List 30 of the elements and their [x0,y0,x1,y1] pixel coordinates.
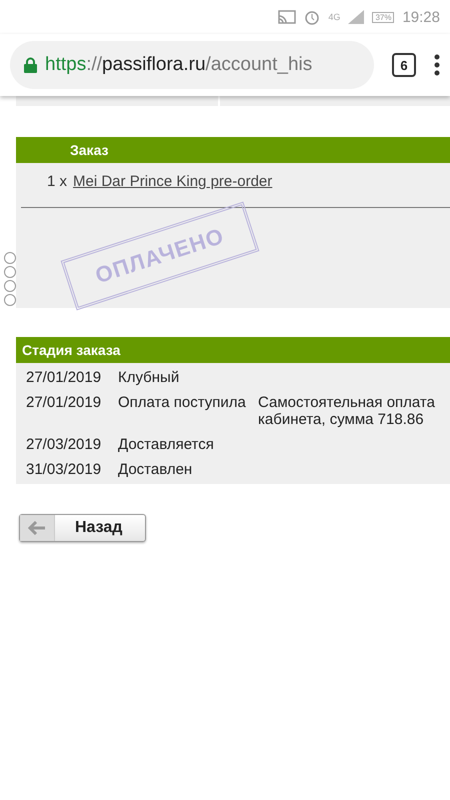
stage-date: 31/03/2019 [26,461,102,478]
stage-date: 27/03/2019 [26,436,102,453]
item-quantity: 1 x [47,173,68,192]
section-header: Стадия заказа [16,337,450,363]
network-type: 4G [328,12,340,22]
radio-handle-icon[interactable] [4,252,16,264]
stage-note: кабинета, сумма 718.86 [258,411,425,428]
address-bar[interactable]: https://passiflora.ru/account_his [10,41,374,89]
radio-handle-icon[interactable] [4,294,16,306]
clock: 19:28 [402,8,440,26]
cast-icon [278,10,296,24]
section-header: Заказ [16,137,450,163]
stage-status: Доставлен [118,461,194,478]
stage-status: Оплата поступила [118,394,247,413]
radio-handle-icon[interactable] [4,280,16,292]
stage-date: 27/01/2019 [26,369,102,386]
stage-status: Доставляется [118,436,215,453]
radio-handle-icon[interactable] [4,266,16,278]
signal-icon [348,10,364,24]
menu-icon[interactable] [434,54,440,76]
battery-level: 37% [372,12,394,22]
alarm-icon [304,9,320,25]
url-text: https://passiflora.ru/account_his [45,54,312,76]
back-button[interactable]: Назад [19,514,146,542]
lock-icon [24,57,37,73]
arrow-left-icon [28,521,46,535]
stage-status: Клубный [118,369,180,386]
tab-count-button[interactable]: 6 [392,53,416,77]
stage-note: Самостоятельная оплата [258,394,436,411]
stage-date: 27/01/2019 [26,394,102,413]
